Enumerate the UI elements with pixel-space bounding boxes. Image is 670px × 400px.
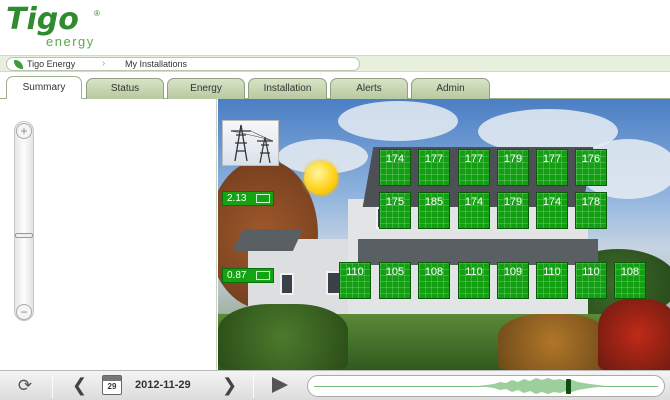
logo-registered-mark: ® [94,9,100,18]
solar-panel[interactable]: 185 [418,192,450,229]
hedge [218,304,348,370]
solar-panel[interactable]: 110 [575,262,607,299]
refresh-icon[interactable]: ⟳ [16,377,34,395]
solar-panel[interactable]: 177 [418,149,450,186]
solar-panel[interactable]: 108 [614,262,646,299]
tigo-energy-logo: Tigo ® energy [6,2,116,52]
cloud [338,101,458,141]
breadcrumb: Tigo Energy › My Installations [6,57,360,71]
panel-value: 178 [581,196,601,208]
panel-value: 108 [424,266,444,278]
panel-value: 176 [581,153,601,165]
solar-panel[interactable]: 110 [458,262,490,299]
logo-sub-text: energy [46,34,95,49]
solar-panel[interactable]: 174 [379,149,411,186]
tab-bar: Summary Status Energy Installation Alert… [0,76,670,100]
panel-value: 110 [465,266,483,278]
next-day-button[interactable]: ❯ [222,375,237,395]
tab-installation[interactable]: Installation [248,78,327,99]
toolbar-divider [52,374,53,398]
solar-panel[interactable]: 109 [497,262,529,299]
breadcrumb-my-installations[interactable]: My Installations [125,59,187,69]
solar-panel[interactable]: 178 [575,192,607,229]
panel-value: 179 [503,153,523,165]
calendar-day: 29 [107,382,117,391]
upper-power-value: 2.13 [227,193,247,204]
breadcrumb-separator-icon: › [102,58,106,69]
zoom-out-button[interactable]: − [16,304,32,320]
panel-value: 179 [503,196,523,208]
panel-value: 110 [582,266,600,278]
breadcrumb-bar: Tigo Energy › My Installations [0,55,670,72]
panel-value: 109 [503,266,523,278]
toolbar-divider [253,374,254,398]
panel-value: 177 [464,153,484,165]
panel-value: 174 [464,196,484,208]
house-window [280,273,294,295]
tab-alerts[interactable]: Alerts [330,78,408,99]
left-panel: + − [0,99,217,370]
solar-panel[interactable]: 174 [536,192,568,229]
app-root: Tigo ® energy Tigo Energy › My Installat… [0,0,670,400]
hedge [598,299,670,370]
house-roof-left [232,229,304,251]
panel-value: 105 [385,266,405,278]
current-date: 2012-11-29 [135,379,191,391]
solar-panel[interactable]: 177 [458,149,490,186]
solar-panel[interactable]: 179 [497,192,529,229]
previous-day-button[interactable]: ❮ [72,375,87,395]
solar-panel[interactable]: 175 [379,192,411,229]
logo-brand-text: Tigo [6,2,79,37]
play-icon[interactable] [272,377,288,393]
solar-panel[interactable]: 105 [379,262,411,299]
panel-value: 177 [542,153,562,165]
solar-panel[interactable]: 110 [339,262,371,299]
panel-value: 175 [385,196,405,208]
solar-panel[interactable]: 108 [418,262,450,299]
panel-value: 185 [424,196,444,208]
solar-panel[interactable]: 179 [497,149,529,186]
transmission-tower-icon[interactable] [222,120,279,166]
tab-summary[interactable]: Summary [6,76,82,100]
installation-view: 2.13 0.87 174 177 177 179 177 176 175 18… [218,99,670,370]
timeline-thumb[interactable] [566,379,571,394]
leaf-icon [14,60,23,69]
tab-status[interactable]: Status [86,78,164,99]
panel-value: 110 [543,266,561,278]
upper-power-readout[interactable]: 2.13 [222,191,274,206]
playback-toolbar: ⟳ ❮ 29 2012-11-29 ❯ [0,370,670,400]
meter-icon [256,271,270,280]
timeline-slider[interactable] [307,375,665,397]
zoom-slider[interactable]: + − [14,121,34,321]
solar-panel[interactable]: 110 [536,262,568,299]
solar-panel[interactable]: 177 [536,149,568,186]
zoom-in-button[interactable]: + [16,123,32,139]
solar-panel[interactable]: 174 [458,192,490,229]
panel-value: 110 [346,266,364,278]
lower-power-readout[interactable]: 0.87 [222,268,274,283]
meter-icon [256,194,270,203]
panel-value: 174 [542,196,562,208]
panel-value: 174 [385,153,405,165]
sun-icon [304,161,338,195]
panel-value: 177 [424,153,444,165]
tab-energy[interactable]: Energy [167,78,245,99]
tab-admin[interactable]: Admin [411,78,490,99]
hedge [498,314,608,370]
timeline-waveform [478,378,606,394]
zoom-slider-thumb[interactable] [15,233,33,238]
lower-power-value: 0.87 [227,270,247,281]
panel-value: 108 [620,266,640,278]
solar-panel[interactable]: 176 [575,149,607,186]
calendar-header [103,376,121,381]
breadcrumb-tigo-energy[interactable]: Tigo Energy [27,59,75,69]
calendar-icon[interactable]: 29 [102,375,122,395]
